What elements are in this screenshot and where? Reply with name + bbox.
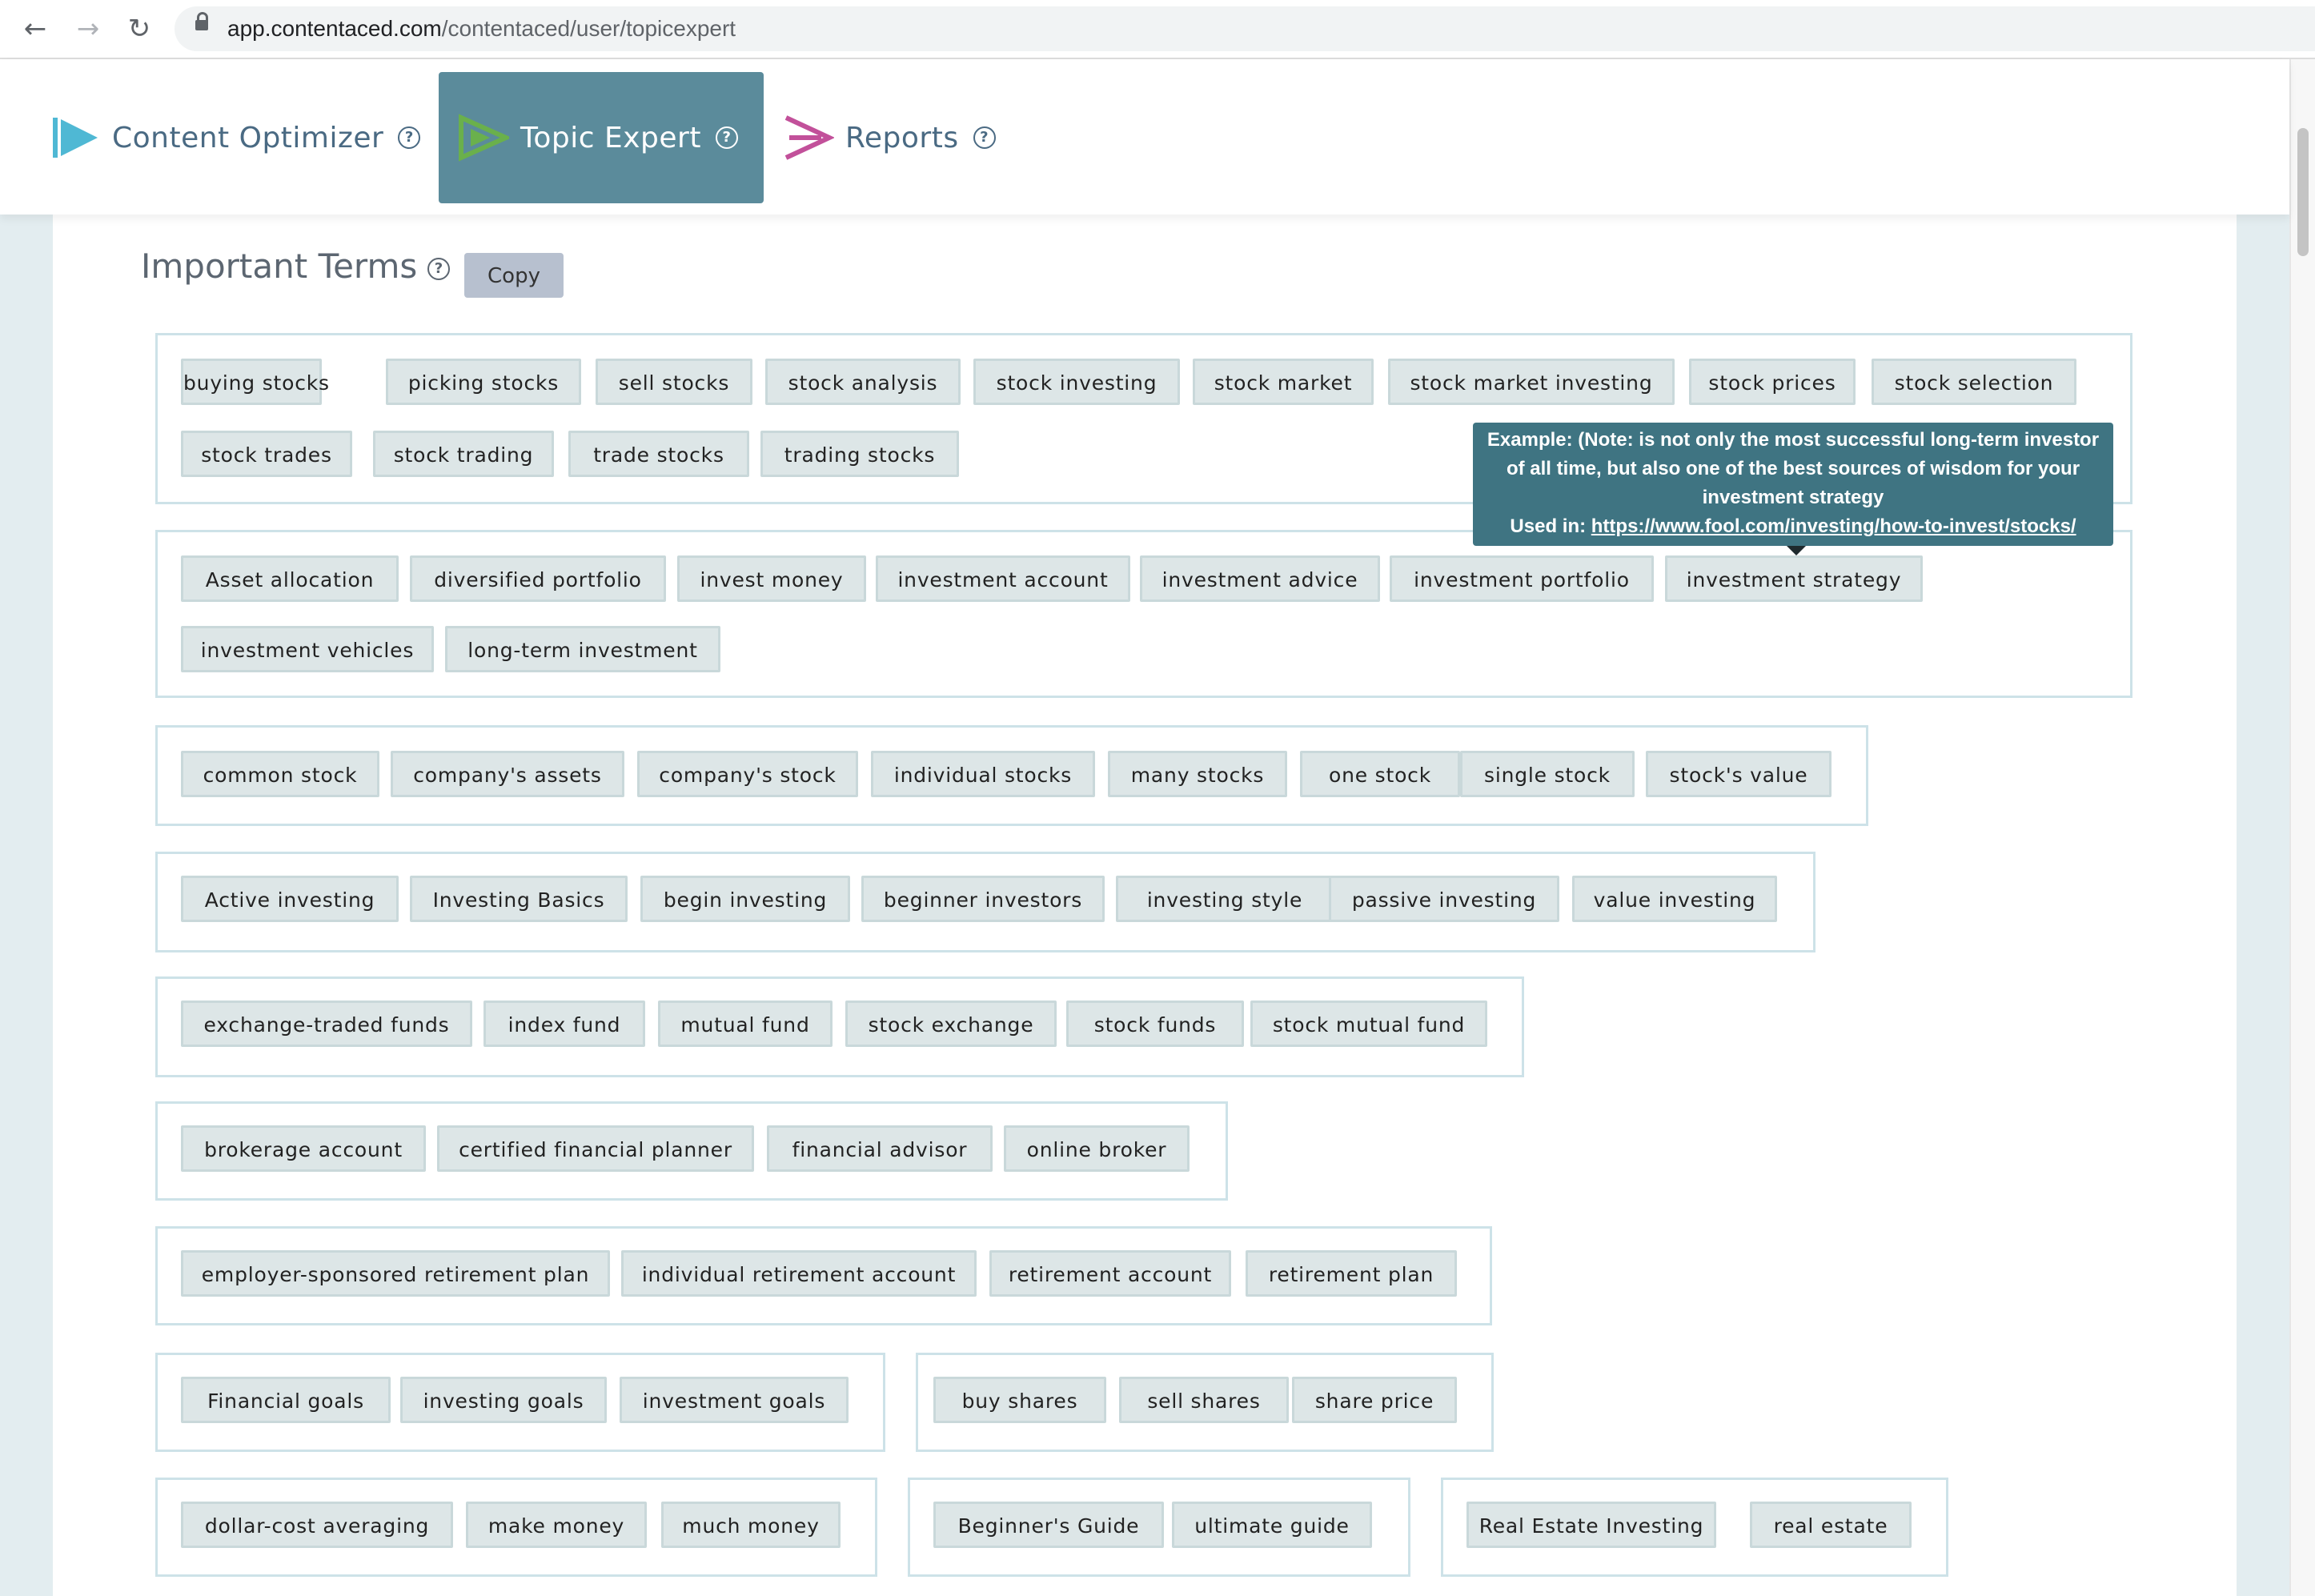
used-in-label: Used in:: [1510, 515, 1591, 537]
term-chip[interactable]: trade stocks: [568, 431, 749, 477]
term-chip[interactable]: investing goals: [400, 1377, 607, 1423]
term-chip[interactable]: financial advisor: [767, 1125, 993, 1172]
term-chip[interactable]: Investing Basics: [410, 876, 628, 922]
term-chip[interactable]: single stock: [1460, 751, 1635, 797]
term-chip[interactable]: begin investing: [640, 876, 850, 922]
help-icon[interactable]: ?: [398, 126, 421, 149]
source-link[interactable]: https://www.fool.com/investing/how-to-in…: [1591, 515, 2076, 537]
term-chip[interactable]: Financial goals: [181, 1377, 391, 1423]
url-text[interactable]: app.contentaced.com/contentaced/user/top…: [227, 14, 736, 43]
term-chip[interactable]: ultimate guide: [1172, 1502, 1372, 1548]
term-chip[interactable]: buying stocks: [181, 359, 329, 405]
lock-icon: [195, 12, 208, 30]
app-header: Content Optimizer ? Topic Expert ? Repor…: [0, 59, 2289, 215]
term-chip[interactable]: make money: [466, 1502, 647, 1548]
term-chip[interactable]: real estate: [1750, 1502, 1912, 1548]
tab-topic-expert[interactable]: Topic Expert ?: [439, 72, 764, 203]
term-chip[interactable]: stock exchange: [845, 1001, 1057, 1047]
term-chip[interactable]: investment portfolio: [1390, 555, 1654, 602]
term-chip[interactable]: invest money: [677, 555, 866, 602]
browser-toolbar: ← → ↻ app.contentaced.com/contentaced/us…: [0, 0, 2315, 59]
term-chip[interactable]: brokerage account: [181, 1125, 426, 1172]
term-chip[interactable]: employer-sponsored retirement plan: [181, 1250, 610, 1297]
term-chip[interactable]: investment strategy: [1665, 555, 1923, 602]
term-chip[interactable]: share price: [1292, 1377, 1457, 1423]
topic-expert-logo-icon: [459, 114, 509, 162]
copy-button[interactable]: Copy: [464, 253, 564, 298]
term-chip[interactable]: stock trading: [373, 431, 554, 477]
url-path: /contentaced/user/topicexpert: [441, 16, 736, 41]
tooltip-line: Example: (Note: is not only the most suc…: [1486, 429, 2100, 451]
term-chip[interactable]: investment vehicles: [181, 626, 434, 672]
term-chip[interactable]: company's stock: [637, 751, 858, 797]
term-chip[interactable]: trading stocks: [760, 431, 959, 477]
help-icon[interactable]: ?: [973, 126, 996, 149]
term-example-tooltip: Example: (Note: is not only the most suc…: [1473, 423, 2113, 555]
term-chip[interactable]: stock funds: [1066, 1001, 1244, 1047]
term-chip[interactable]: mutual fund: [658, 1001, 833, 1047]
term-chip[interactable]: stock trades: [181, 431, 352, 477]
term-chip[interactable]: buy shares: [933, 1377, 1106, 1423]
term-chip[interactable]: stock market: [1193, 359, 1374, 405]
term-chip[interactable]: much money: [661, 1502, 841, 1548]
arrow-right-icon[interactable]: →: [70, 11, 106, 46]
term-chip[interactable]: retirement plan: [1246, 1250, 1457, 1297]
term-chip[interactable]: stock prices: [1689, 359, 1856, 405]
url-host: app.contentaced.com: [227, 16, 442, 41]
term-chip[interactable]: long-term investment: [445, 626, 720, 672]
term-chip[interactable]: investment account: [876, 555, 1130, 602]
address-bar[interactable]: app.contentaced.com/contentaced/user/top…: [175, 6, 2315, 51]
tooltip-line: of all time, but also one of the best so…: [1506, 458, 2080, 479]
term-chip[interactable]: individual retirement account: [621, 1250, 977, 1297]
tab-content-optimizer[interactable]: Content Optimizer ?: [48, 72, 421, 203]
term-chip[interactable]: Asset allocation: [181, 555, 399, 602]
term-chip[interactable]: stock mutual fund: [1250, 1001, 1487, 1047]
term-chip[interactable]: index fund: [483, 1001, 645, 1047]
term-chip[interactable]: investing style: [1116, 876, 1334, 922]
term-chip[interactable]: stock market investing: [1388, 359, 1675, 405]
term-chip[interactable]: one stock: [1300, 751, 1460, 797]
term-chip[interactable]: sell stocks: [596, 359, 752, 405]
term-chip[interactable]: stock investing: [973, 359, 1180, 405]
section-title: Important Terms: [141, 247, 418, 286]
reports-logo-icon: [784, 115, 834, 160]
help-icon[interactable]: ?: [427, 258, 450, 280]
tab-reports[interactable]: Reports ?: [781, 72, 996, 203]
term-chip[interactable]: passive investing: [1329, 876, 1559, 922]
tab-label: Reports: [845, 121, 959, 154]
tooltip-line: investment strategy: [1702, 487, 1884, 508]
term-chip[interactable]: Beginner's Guide: [933, 1502, 1164, 1548]
reload-icon[interactable]: ↻: [122, 11, 157, 46]
term-chip[interactable]: investment advice: [1140, 555, 1380, 602]
term-chip[interactable]: individual stocks: [871, 751, 1095, 797]
term-chip[interactable]: common stock: [181, 751, 379, 797]
help-icon[interactable]: ?: [715, 126, 738, 149]
term-chip[interactable]: sell shares: [1119, 1377, 1289, 1423]
term-chip[interactable]: beginner investors: [861, 876, 1105, 922]
term-chip[interactable]: online broker: [1004, 1125, 1190, 1172]
term-chip[interactable]: many stocks: [1108, 751, 1287, 797]
term-chip[interactable]: investment goals: [620, 1377, 849, 1423]
tab-label: Topic Expert: [520, 121, 701, 154]
term-chip[interactable]: company's assets: [391, 751, 624, 797]
term-chip[interactable]: retirement account: [989, 1250, 1231, 1297]
term-chip[interactable]: Active investing: [181, 876, 399, 922]
term-chip[interactable]: value investing: [1572, 876, 1777, 922]
scrollbar-thumb[interactable]: [2297, 128, 2309, 256]
term-chip[interactable]: diversified portfolio: [410, 555, 666, 602]
term-chip[interactable]: exchange-traded funds: [181, 1001, 472, 1047]
term-chip[interactable]: dollar-cost averaging: [181, 1502, 453, 1548]
term-chip[interactable]: certified financial planner: [437, 1125, 754, 1172]
tooltip-source: Used in: https://www.fool.com/investing/…: [1473, 512, 2113, 541]
term-chip[interactable]: stock's value: [1646, 751, 1832, 797]
tab-label: Content Optimizer: [112, 121, 384, 154]
term-chip[interactable]: stock analysis: [765, 359, 961, 405]
arrow-left-icon[interactable]: ←: [18, 11, 53, 46]
term-chip[interactable]: Real Estate Investing: [1466, 1502, 1716, 1548]
term-chip[interactable]: picking stocks: [386, 359, 581, 405]
page-scrollbar[interactable]: [2289, 59, 2315, 1596]
term-chip[interactable]: stock selection: [1872, 359, 2076, 405]
content-optimizer-logo-icon: [53, 118, 98, 158]
